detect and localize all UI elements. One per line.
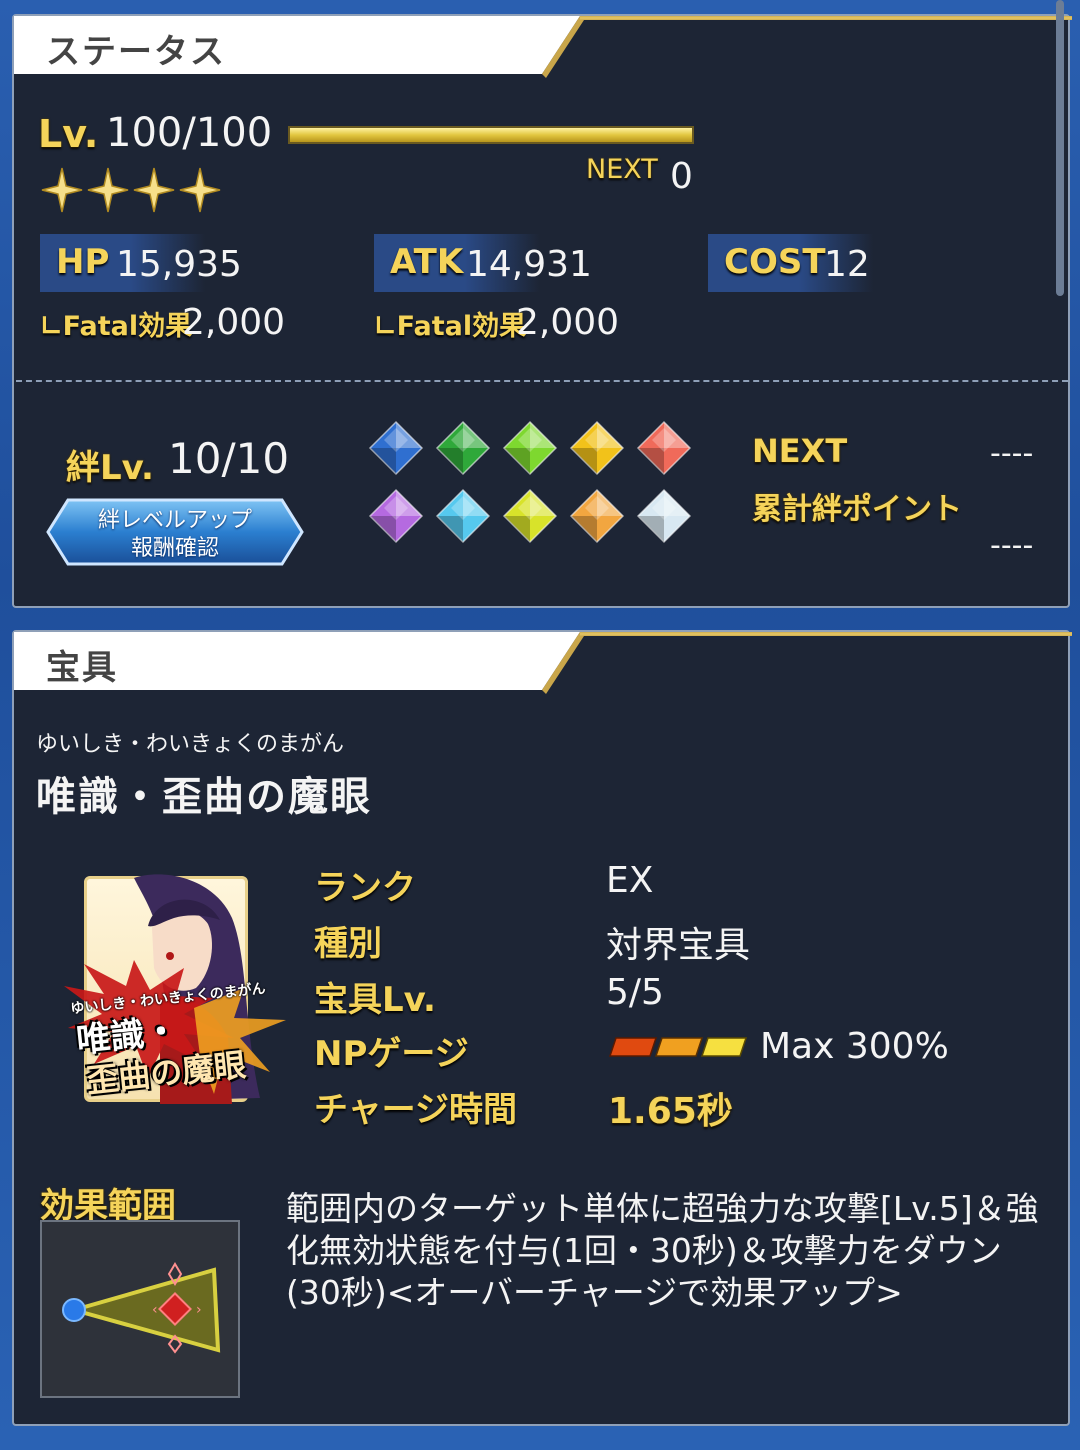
np-header: 宝具 xyxy=(14,632,1072,694)
bond-gems xyxy=(368,420,698,560)
rarity-stars xyxy=(40,166,222,214)
next-value: 0 xyxy=(670,156,693,197)
bond-total-value: ---- xyxy=(990,528,1034,563)
cost-label: COST xyxy=(724,242,826,282)
gauge-value: Max 300% xyxy=(760,1026,949,1067)
bond-gem-icon xyxy=(435,488,491,544)
bond-gem-icon xyxy=(502,420,558,476)
np-ruby: ゆいしき・わいきょくのまがん xyxy=(36,732,345,757)
atk-value: 14,931 xyxy=(466,244,592,285)
bond-gem-icon xyxy=(368,488,424,544)
bond-gem-icon xyxy=(502,488,558,544)
star-icon xyxy=(179,167,221,213)
header-tab-shape xyxy=(14,632,1072,694)
range-shape: ‹ › xyxy=(62,1262,221,1354)
hp-fatal-label: ∟Fatal効果 xyxy=(40,311,193,342)
np-level-label: 宝具Lv. xyxy=(314,980,436,1020)
rank-value: EX xyxy=(606,860,654,901)
bond-label: 絆Lv. xyxy=(66,448,154,488)
hp-label: HP xyxy=(56,242,110,282)
charge-value: 1.65秒 xyxy=(608,1091,733,1132)
bond-gem-icon xyxy=(368,420,424,476)
svg-text:›: › xyxy=(196,1302,202,1318)
status-title: ステータス xyxy=(46,32,226,72)
hp-fatal-value: 2,000 xyxy=(182,302,286,343)
scrollbar[interactable] xyxy=(1056,0,1064,296)
bond-gem-icon xyxy=(636,488,692,544)
bond-reward-button[interactable]: 絆レベルアップ 報酬確認 xyxy=(46,498,304,566)
gauge-bars-shape xyxy=(608,1037,748,1057)
rank-label: ランク xyxy=(314,868,416,908)
bond-value: 10/10 xyxy=(168,434,290,483)
bond-gem-icon xyxy=(435,420,491,476)
bond-total-label: 累計絆ポイント xyxy=(752,492,962,527)
star-icon xyxy=(133,167,175,213)
range-diagram: ‹ › xyxy=(40,1220,240,1398)
svg-text:‹: ‹ xyxy=(152,1302,158,1318)
type-value: 対界宝具 xyxy=(606,925,751,966)
level-progress-bar xyxy=(288,126,694,144)
level-value: 100/100 xyxy=(106,110,273,156)
bond-next-value: ---- xyxy=(990,436,1034,471)
level-label: Lv. xyxy=(38,112,99,156)
next-label: NEXT xyxy=(586,154,658,185)
np-gauge-bars xyxy=(608,1036,748,1058)
bond-next-label: NEXT xyxy=(752,432,848,470)
cost-value: 12 xyxy=(824,244,870,285)
divider xyxy=(16,380,1068,382)
level-progress-fill xyxy=(290,128,692,142)
type-label: 種別 xyxy=(314,924,382,964)
np-title: 宝具 xyxy=(46,648,118,688)
np-level-value: 5/5 xyxy=(606,972,664,1013)
charge-label: チャージ時間 xyxy=(314,1090,517,1130)
atk-fatal-value: 2,000 xyxy=(516,302,620,343)
bond-gem-icon xyxy=(569,488,625,544)
status-header: ステータス xyxy=(14,16,1072,78)
gauge-label: NPゲージ xyxy=(314,1034,469,1074)
np-panel: 宝具 ゆいしき・わいきょくのまがん 唯識・歪曲の魔眼 ゆいしき・わいきょくのまが… xyxy=(12,630,1072,1426)
np-card-image: ゆいしき・わいきょくのまがん 唯識・ 歪曲の魔眼 xyxy=(64,868,294,1128)
bond-gem-icon xyxy=(636,420,692,476)
bond-gem-icon xyxy=(569,420,625,476)
atk-label: ATK xyxy=(390,242,464,282)
star-icon xyxy=(87,167,129,213)
star-icon xyxy=(41,167,83,213)
atk-fatal-label: ∟Fatal効果 xyxy=(374,311,527,342)
status-panel: ステータス Lv. 100/100 NEXT 0 HP 15,935 ATK 1… xyxy=(12,14,1072,608)
bond-button-line2: 報酬確認 xyxy=(130,536,219,561)
np-description: 範囲内のターゲット単体に超強力な攻撃[Lv.5]＆強化無効状態を付与(1回・30… xyxy=(286,1189,1039,1312)
np-name: 唯識・歪曲の魔眼 xyxy=(36,774,372,820)
hp-value: 15,935 xyxy=(116,244,242,285)
